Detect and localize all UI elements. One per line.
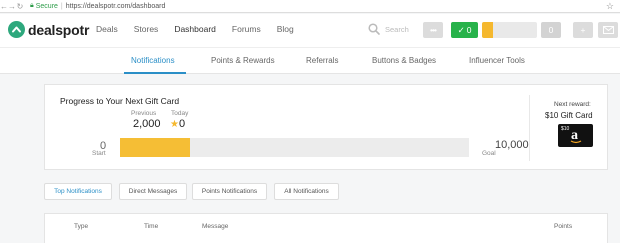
reload-icon[interactable]: ↻: [16, 2, 24, 11]
more-options-button[interactable]: •••: [423, 22, 443, 38]
tab-top-notifications[interactable]: Top Notifications: [44, 183, 112, 200]
search-icon: [368, 23, 380, 35]
brand-name: dealspotr: [28, 21, 90, 38]
back-arrow-icon[interactable]: ←: [0, 2, 8, 11]
lock-icon: 🔒︎: [30, 2, 34, 9]
messages-button[interactable]: [598, 22, 618, 38]
nav-dashboard[interactable]: Dashboard: [174, 24, 216, 34]
secure-label: Secure: [35, 2, 58, 10]
goal-label: Goal: [482, 150, 496, 157]
today-label: Today: [171, 110, 189, 117]
today-value: 0: [178, 118, 186, 130]
tab-buttons-badges[interactable]: Buttons & Badges: [372, 56, 436, 65]
notifications-table: Type Time Message Points: [44, 213, 608, 243]
amazon-gift-card-image: $10 a: [558, 124, 593, 147]
previous-label: Previous: [131, 110, 157, 117]
notifications-count-button[interactable]: 0: [541, 22, 561, 38]
search-placeholder: Search: [385, 24, 409, 34]
next-reward-label: Next reward:: [554, 101, 591, 108]
tab-points-rewards[interactable]: Points & Rewards: [211, 56, 275, 65]
gift-card-progress-card: Progress to Your Next Gift Card Previous…: [44, 84, 608, 170]
progress-track: [120, 138, 469, 157]
brand-logo[interactable]: dealspotr: [8, 21, 89, 38]
col-header-time[interactable]: Time: [144, 223, 158, 230]
forward-arrow-icon[interactable]: →: [8, 2, 16, 11]
logo-chevron-icon: [8, 21, 25, 38]
search-input[interactable]: Search: [368, 23, 409, 35]
url-field[interactable]: https://dealspotr.com/dashboard: [66, 3, 166, 10]
col-header-points[interactable]: Points: [554, 223, 572, 230]
active-tab-underline: [124, 72, 186, 74]
dashboard-subnav: Notifications Points & Rewards Referrals…: [0, 47, 620, 74]
check-icon: ✓: [457, 24, 465, 35]
address-separator: |: [60, 2, 63, 10]
amazon-smile-icon: [570, 140, 582, 144]
today-stat: ★0: [170, 118, 185, 130]
tab-influencer-tools[interactable]: Influencer Tools: [469, 56, 525, 65]
nav-stores[interactable]: Stores: [134, 24, 159, 34]
bookmark-star-icon[interactable]: ☆: [606, 1, 614, 12]
nav-deals[interactable]: Deals: [96, 24, 118, 34]
browser-address-bar: ← → ↻ 🔒︎ Secure | https://dealspotr.com/…: [0, 0, 620, 13]
main-nav: Deals Stores Dashboard Forums Blog: [96, 24, 310, 34]
star-icon: ★: [170, 119, 179, 130]
points-progress-fill: [482, 22, 493, 38]
col-header-type[interactable]: Type: [74, 223, 88, 230]
checkins-button[interactable]: ✓ 0: [451, 22, 478, 38]
mail-icon: [602, 26, 614, 34]
start-label: Start: [92, 150, 106, 157]
plus-icon: +: [580, 25, 586, 35]
points-progress-pill[interactable]: [482, 22, 537, 38]
tab-direct-messages[interactable]: Direct Messages: [119, 183, 187, 200]
col-header-message[interactable]: Message: [202, 223, 228, 230]
next-reward-value: $10 Gift Card: [545, 111, 593, 120]
previous-value: 2,000: [133, 118, 161, 130]
add-deal-button[interactable]: +: [573, 22, 593, 38]
nav-forums[interactable]: Forums: [232, 24, 261, 34]
tab-all-notifications[interactable]: All Notifications: [274, 183, 339, 200]
goal-value: 10,000: [495, 139, 529, 151]
gift-card-amount: $10: [561, 126, 570, 132]
card-divider: [529, 95, 530, 161]
checkins-count: 0: [466, 25, 472, 35]
app-header: dealspotr Deals Stores Dashboard Forums …: [0, 14, 620, 47]
nav-blog[interactable]: Blog: [277, 24, 294, 34]
progress-fill: [120, 138, 190, 157]
tab-referrals[interactable]: Referrals: [306, 56, 338, 65]
tab-notifications[interactable]: Notifications: [131, 56, 175, 65]
tab-points-notifications[interactable]: Points Notifications: [192, 183, 267, 200]
progress-title: Progress to Your Next Gift Card: [60, 96, 180, 106]
